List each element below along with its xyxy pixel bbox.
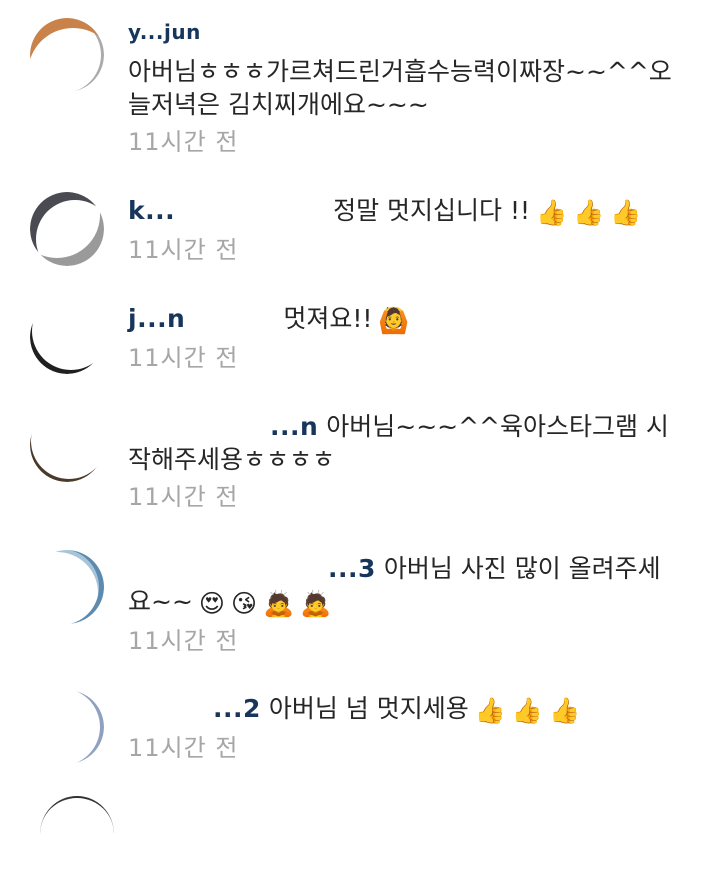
comment-username[interactable]: k...	[128, 196, 175, 225]
comment-text-block: j...n 멋져요!! 🙆	[128, 302, 680, 337]
comment-text: 정말 멋지십니다 !!	[333, 196, 531, 225]
comment-time: 11시간 전	[128, 344, 239, 372]
thumbs-up-icon: 👍	[511, 696, 544, 725]
heart-eyes-face-icon: 😍	[198, 589, 225, 618]
comment-time: 11시간 전	[128, 483, 239, 511]
comment-list: y...jun 아버님ㅎㅎㅎ가르쳐드린거흡수능력이짜장~~^^오늘저녁은 김치찌…	[0, 0, 720, 800]
thumbs-up-icon: 👍	[474, 696, 506, 725]
comment-time: 11시간 전	[128, 734, 239, 762]
bowing-person-icon: 🙇	[300, 589, 332, 618]
comment-time: 11시간 전	[128, 627, 239, 655]
person-gesturing-ok-icon: 🙆	[378, 306, 410, 335]
kissing-face-icon: 😘	[230, 589, 258, 618]
comment-text: 아버님 넘 멋지세용	[268, 694, 469, 723]
comment-text-block: ...3 아버님 사진 많이 올려주세요~~ 😍 😘 🙇 🙇	[128, 552, 680, 620]
comment-text: 아버님ㅎㅎㅎ가르쳐드린거흡수능력이짜장~~^^오늘저녁은 김치찌개에요~~~	[128, 57, 672, 119]
thumbs-up-icon: 👍	[549, 696, 581, 725]
comment-username[interactable]: ...n	[270, 412, 318, 441]
comment-text-block: k... 정말 멋지십니다 !! 👍 👍 👍	[128, 194, 680, 229]
comment-text-block: y...jun 아버님ㅎㅎㅎ가르쳐드린거흡수능력이짜장~~^^오늘저녁은 김치찌…	[128, 22, 680, 121]
comment-username[interactable]: ...2	[213, 694, 261, 723]
thumbs-up-icon: 👍	[536, 198, 568, 227]
avatar[interactable]	[40, 796, 114, 872]
avatar[interactable]	[30, 18, 104, 92]
comment-time: 11시간 전	[128, 236, 239, 264]
comment-username[interactable]: j...n	[128, 304, 185, 333]
avatar[interactable]	[30, 192, 104, 266]
comment-text: 멋져요!!	[283, 304, 373, 333]
comment-text-block: ...n 아버님~~~^^육아스타그램 시작해주세용ㅎㅎㅎㅎ	[128, 410, 680, 476]
comment-text-block: ...2 아버님 넘 멋지세용 👍 👍 👍	[128, 692, 680, 727]
comment-time: 11시간 전	[128, 128, 239, 156]
avatar[interactable]	[30, 408, 104, 482]
bowing-person-icon: 🙇	[263, 589, 295, 618]
thumbs-up-icon: 👍	[610, 198, 642, 227]
comment-username[interactable]: y...jun	[128, 20, 201, 44]
thumbs-up-icon: 👍	[573, 198, 605, 227]
avatar[interactable]	[30, 300, 104, 374]
comment-username[interactable]: ...3	[328, 554, 376, 583]
avatar[interactable]	[30, 550, 104, 624]
avatar[interactable]	[30, 690, 104, 764]
